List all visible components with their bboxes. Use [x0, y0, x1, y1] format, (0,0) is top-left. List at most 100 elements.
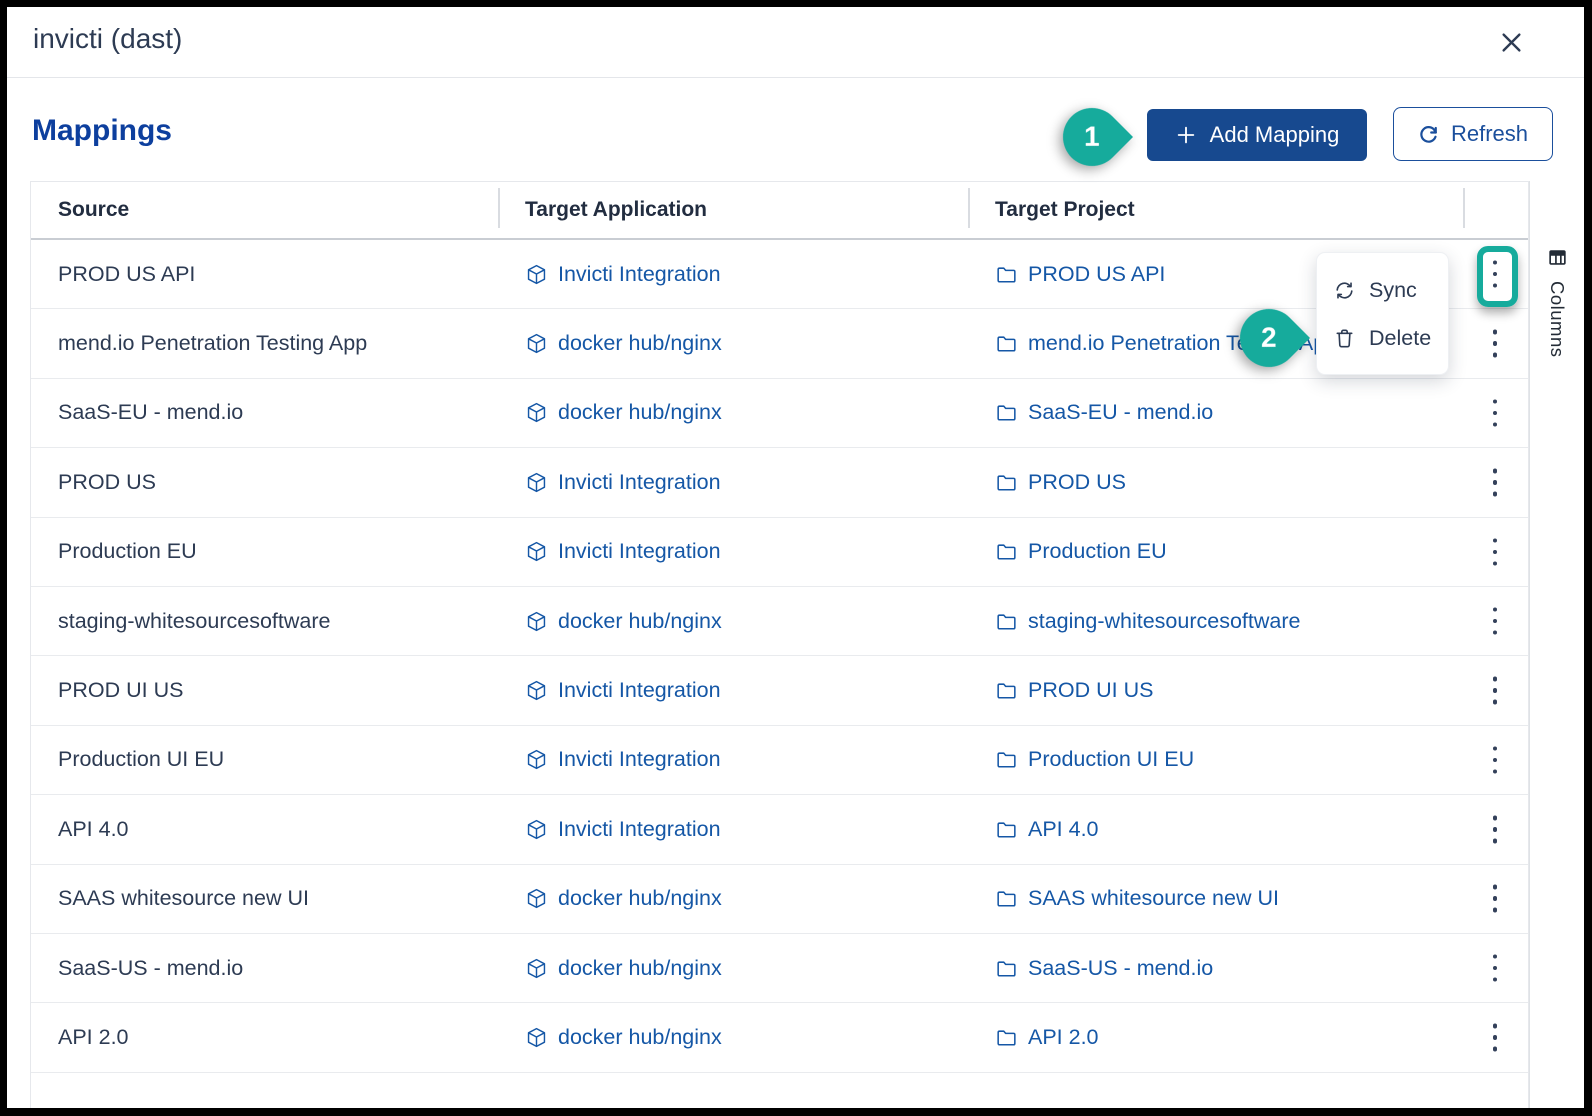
target-application-cell[interactable]: Invicti Integration	[498, 262, 968, 287]
table-row: SaaS-EU - mend.io docker hub/nginx SaaS-…	[31, 379, 1528, 448]
target-application-cell[interactable]: Invicti Integration	[498, 470, 968, 495]
target-project-cell[interactable]: PROD US	[968, 470, 1463, 495]
cube-icon	[525, 401, 548, 424]
table-body: PROD US API Invicti Integration PROD US …	[31, 240, 1528, 1073]
target-application-link[interactable]: Invicti Integration	[558, 470, 721, 495]
target-application-link[interactable]: docker hub/nginx	[558, 609, 722, 634]
source-cell: PROD US	[31, 470, 498, 495]
source-cell: API 4.0	[31, 817, 498, 842]
target-application-cell[interactable]: Invicti Integration	[498, 678, 968, 703]
target-application-cell[interactable]: docker hub/nginx	[498, 886, 968, 911]
target-application-cell[interactable]: docker hub/nginx	[498, 609, 968, 634]
target-application-link[interactable]: docker hub/nginx	[558, 886, 722, 911]
columns-panel-toggle[interactable]: Columns	[1529, 181, 1584, 1108]
source-cell: SAAS whitesource new UI	[31, 886, 498, 911]
target-project-link[interactable]: API 4.0	[1028, 817, 1099, 842]
column-header-target-application: Target Application	[498, 182, 968, 238]
folder-icon	[995, 748, 1018, 771]
target-application-link[interactable]: docker hub/nginx	[558, 956, 722, 981]
row-actions-cell	[1463, 388, 1527, 438]
target-project-cell[interactable]: SaaS-EU - mend.io	[968, 400, 1463, 425]
target-application-cell[interactable]: docker hub/nginx	[498, 331, 968, 356]
annotation-callout-1: 1	[1051, 96, 1133, 178]
cube-icon	[525, 263, 548, 286]
cube-icon	[525, 540, 548, 563]
kebab-icon	[1493, 411, 1498, 416]
target-project-link[interactable]: SaaS-EU - mend.io	[1028, 400, 1213, 425]
target-application-cell[interactable]: Invicti Integration	[498, 817, 968, 842]
target-application-link[interactable]: Invicti Integration	[558, 817, 721, 842]
menu-item-delete[interactable]: Delete	[1317, 314, 1448, 362]
target-project-link[interactable]: Production UI EU	[1028, 747, 1194, 772]
table-row: SAAS whitesource new UI docker hub/nginx…	[31, 865, 1528, 934]
source-text: API 2.0	[58, 1025, 129, 1049]
target-application-link[interactable]: Invicti Integration	[558, 747, 721, 772]
annotation-callout-2-number: 2	[1261, 322, 1277, 354]
table-columns-icon	[1547, 247, 1568, 268]
target-project-link[interactable]: SAAS whitesource new UI	[1028, 886, 1279, 911]
row-menu-button[interactable]	[1477, 804, 1513, 854]
target-application-cell[interactable]: docker hub/nginx	[498, 400, 968, 425]
row-menu-button[interactable]	[1477, 874, 1513, 924]
target-application-cell[interactable]: docker hub/nginx	[498, 956, 968, 981]
source-text: PROD UI US	[58, 678, 183, 702]
target-project-link[interactable]: SaaS-US - mend.io	[1028, 956, 1213, 981]
target-project-cell[interactable]: staging-whitesourcesoftware	[968, 609, 1463, 634]
folder-icon	[995, 887, 1018, 910]
source-cell: SaaS-US - mend.io	[31, 956, 498, 981]
source-text: staging-whitesourcesoftware	[58, 609, 330, 633]
target-project-link[interactable]: staging-whitesourcesoftware	[1028, 609, 1300, 634]
row-menu-button[interactable]	[1477, 319, 1513, 369]
row-menu-button[interactable]	[1477, 596, 1513, 646]
target-project-link[interactable]: PROD UI US	[1028, 678, 1153, 703]
target-application-cell[interactable]: Invicti Integration	[498, 539, 968, 564]
menu-item-sync[interactable]: Sync	[1317, 266, 1448, 314]
kebab-icon	[1493, 966, 1498, 971]
target-project-cell[interactable]: PROD UI US	[968, 678, 1463, 703]
row-menu-button[interactable]	[1477, 457, 1513, 507]
target-application-cell[interactable]: Invicti Integration	[498, 747, 968, 772]
table-row: API 4.0 Invicti Integration API 4.0	[31, 795, 1528, 864]
row-menu-button[interactable]	[1477, 666, 1513, 716]
close-button[interactable]	[1494, 25, 1528, 59]
target-application-link[interactable]: Invicti Integration	[558, 678, 721, 703]
add-mapping-button[interactable]: Add Mapping	[1147, 109, 1367, 161]
folder-icon	[995, 679, 1018, 702]
target-application-link[interactable]: docker hub/nginx	[558, 1025, 722, 1050]
cube-icon	[525, 679, 548, 702]
row-menu-button[interactable]	[1477, 249, 1513, 299]
target-application-cell[interactable]: docker hub/nginx	[498, 1025, 968, 1050]
target-application-link[interactable]: Invicti Integration	[558, 262, 721, 287]
refresh-label: Refresh	[1451, 121, 1528, 147]
table-row: PROD US API Invicti Integration PROD US …	[31, 240, 1528, 309]
source-cell: API 2.0	[31, 1025, 498, 1050]
row-menu-button[interactable]	[1477, 943, 1513, 993]
target-project-cell[interactable]: Production EU	[968, 539, 1463, 564]
row-menu-button[interactable]	[1477, 1012, 1513, 1062]
row-menu-button[interactable]	[1477, 527, 1513, 577]
mappings-table: Source Target Application Target Project…	[30, 181, 1529, 1108]
target-project-cell[interactable]: Production UI EU	[968, 747, 1463, 772]
source-text: SAAS whitesource new UI	[58, 886, 309, 910]
target-project-cell[interactable]: SAAS whitesource new UI	[968, 886, 1463, 911]
target-project-cell[interactable]: API 4.0	[968, 817, 1463, 842]
add-mapping-label: Add Mapping	[1210, 122, 1340, 148]
target-project-link[interactable]: PROD US	[1028, 470, 1126, 495]
row-menu-button[interactable]	[1477, 388, 1513, 438]
page-title: Mappings	[32, 114, 172, 148]
source-cell: mend.io Penetration Testing App	[31, 331, 498, 356]
target-application-link[interactable]: docker hub/nginx	[558, 331, 722, 356]
row-menu-button[interactable]	[1477, 735, 1513, 785]
target-project-cell[interactable]: SaaS-US - mend.io	[968, 956, 1463, 981]
target-project-link[interactable]: PROD US API	[1028, 262, 1165, 287]
row-actions-cell	[1463, 735, 1527, 785]
target-application-link[interactable]: docker hub/nginx	[558, 400, 722, 425]
target-application-link[interactable]: Invicti Integration	[558, 539, 721, 564]
target-project-link[interactable]: Production EU	[1028, 539, 1167, 564]
target-project-link[interactable]: API 2.0	[1028, 1025, 1099, 1050]
cube-icon	[525, 332, 548, 355]
refresh-button[interactable]: Refresh	[1393, 107, 1553, 161]
folder-icon	[995, 610, 1018, 633]
table-row: Production EU Invicti Integration Produc…	[31, 518, 1528, 587]
target-project-cell[interactable]: API 2.0	[968, 1025, 1463, 1050]
